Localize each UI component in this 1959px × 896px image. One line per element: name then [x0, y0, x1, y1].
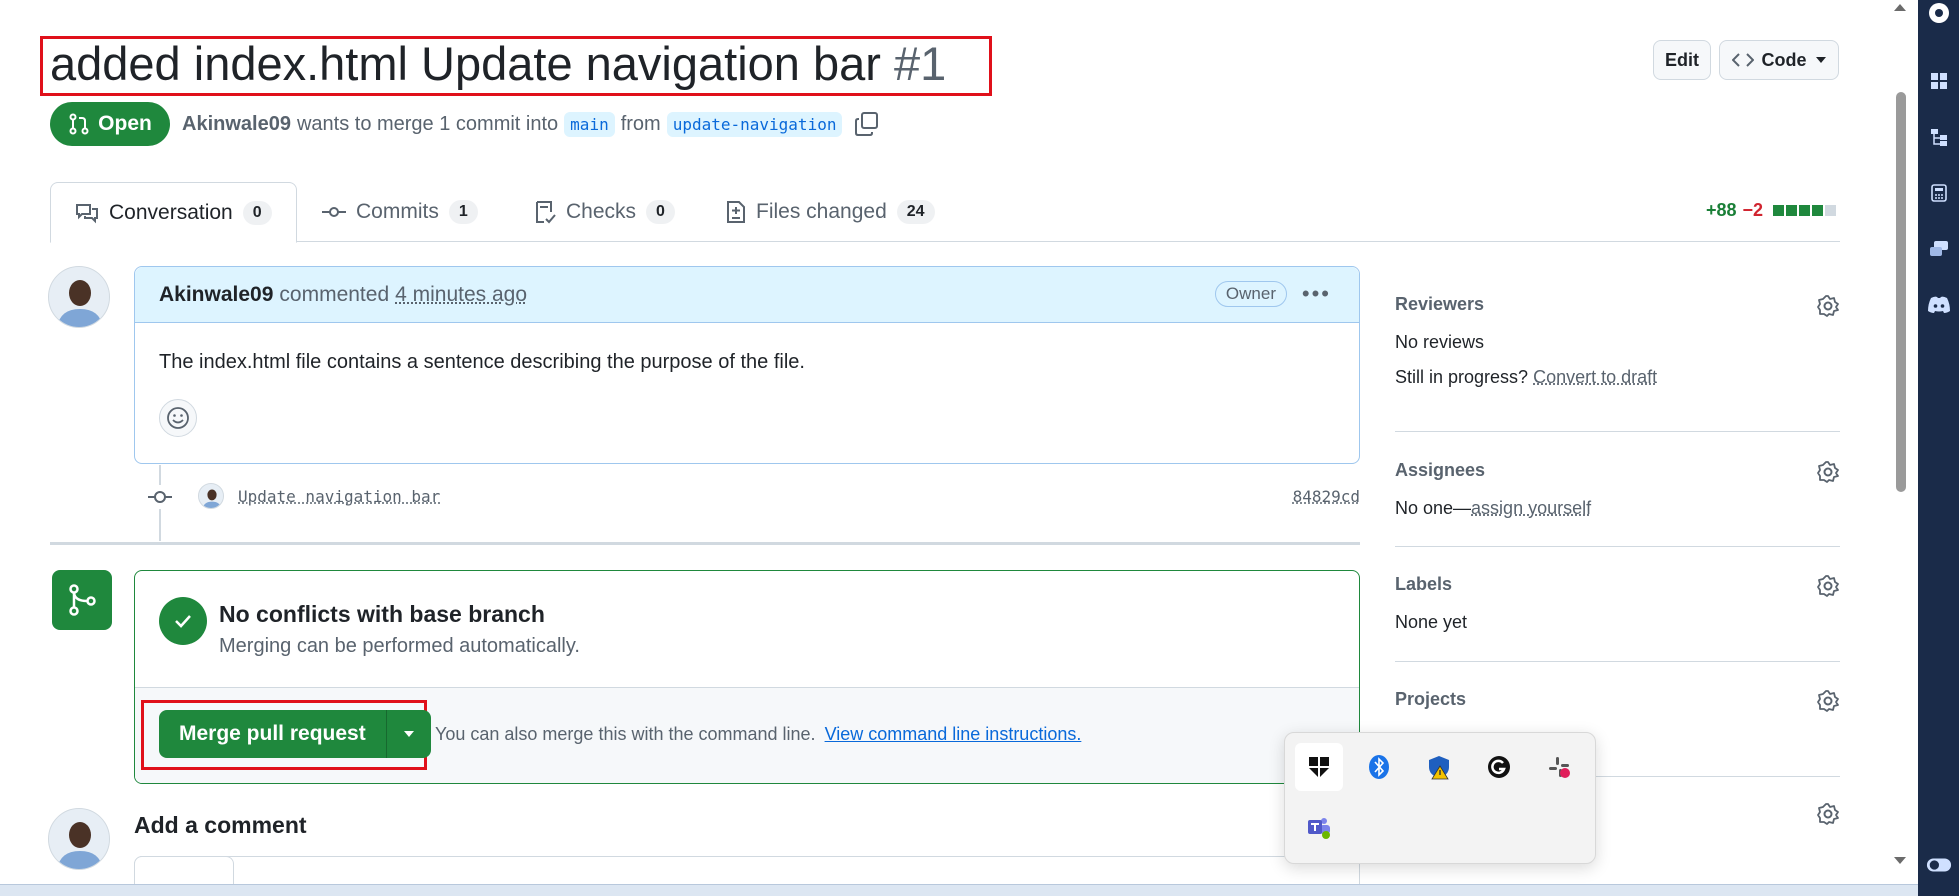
avatar[interactable] [48, 266, 110, 328]
add-comment-heading: Add a comment [134, 812, 307, 838]
tab-checks[interactable]: Checks 0 [534, 182, 675, 242]
comment-author[interactable]: Akinwale09 [159, 283, 273, 307]
diffstat-blocks [1773, 205, 1837, 216]
kebab-menu-icon[interactable]: ••• [1302, 281, 1331, 307]
sidebar-labels: Labels None yet [1395, 574, 1840, 633]
gear-icon[interactable] [1816, 574, 1840, 598]
commit-icon [148, 485, 172, 509]
security-warning-icon[interactable] [1415, 743, 1463, 791]
comment-timestamp[interactable]: 4 minutes ago [395, 283, 527, 307]
tab-files-changed[interactable]: Files changed 24 [726, 182, 935, 242]
git-merge-icon [52, 570, 112, 630]
status-badge: Open [50, 102, 170, 146]
merge-pull-request-button[interactable]: Merge pull request [159, 710, 387, 758]
edit-button[interactable]: Edit [1653, 40, 1711, 80]
copy-icon[interactable] [854, 111, 880, 137]
commit-avatar[interactable] [198, 483, 224, 509]
caret-down-icon [403, 731, 414, 737]
code-icon [1731, 53, 1754, 67]
avatar[interactable] [48, 808, 110, 870]
merge-button-group: Merge pull request [159, 710, 431, 758]
convert-to-draft-link[interactable]: Convert to draft [1533, 367, 1657, 387]
commit-message-link[interactable]: Update navigation bar [238, 487, 440, 506]
app-tray-icon[interactable] [1295, 743, 1343, 791]
gear-icon[interactable] [1816, 294, 1840, 318]
system-tray-overflow [1284, 732, 1596, 864]
browser-side-rail [1918, 0, 1959, 896]
gear-icon[interactable] [1816, 460, 1840, 484]
sidebar-divider [1395, 546, 1840, 547]
timeline-commit: Update navigation bar 84829cd [198, 478, 1360, 514]
command-line-instructions-link[interactable]: View command line instructions. [825, 724, 1082, 744]
smiley-icon [167, 407, 189, 429]
file-diff-icon [727, 201, 745, 223]
merge-box: No conflicts with base branch Merging ca… [134, 570, 1360, 784]
merge-info: Akinwale09 wants to merge 1 commit into … [182, 108, 880, 140]
comment-discussion-icon [76, 203, 98, 223]
page-title: added index.html Update navigation bar #… [50, 36, 946, 92]
tab-conversation[interactable]: Conversation 0 [50, 182, 297, 243]
commit-sha-link[interactable]: 84829cd [1293, 487, 1360, 506]
gear-icon[interactable] [1816, 689, 1840, 713]
discord-icon[interactable] [1926, 292, 1952, 318]
timeline-divider [50, 542, 1360, 545]
gear-icon[interactable] [1816, 802, 1840, 826]
scrollbar-thumb[interactable] [1896, 92, 1906, 492]
pull-request-icon [69, 113, 89, 135]
scroll-up-icon[interactable] [1893, 2, 1907, 12]
checklist-icon [536, 201, 556, 224]
author-link[interactable]: Akinwale09 [182, 113, 291, 136]
toggle-icon[interactable] [1926, 852, 1952, 878]
head-branch[interactable]: update-navigation [666, 111, 843, 137]
add-reaction-button[interactable] [159, 399, 197, 437]
caret-down-icon [1815, 57, 1826, 63]
taskbar-edge [0, 884, 1918, 896]
pr-title: added index.html Update navigation bar [50, 37, 881, 90]
copilot-icon[interactable] [1926, 0, 1952, 26]
merge-options-dropdown[interactable] [386, 710, 431, 758]
merge-status: No conflicts with base branch Merging ca… [135, 571, 1359, 687]
calculator-icon[interactable] [1926, 180, 1952, 206]
sidebar-divider [1395, 431, 1840, 432]
teams-icon[interactable] [1295, 803, 1343, 851]
comment-card: Akinwale09 commented 4 minutes ago Owner… [134, 266, 1360, 464]
sidebar-assignees: Assignees No one—assign yourself [1395, 460, 1840, 519]
pr-tabs: Conversation 0 Commits 1 Checks 0 Files … [50, 182, 1840, 243]
scroll-down-icon[interactable] [1893, 856, 1907, 866]
merge-status-subtitle: Merging can be performed automatically. [219, 635, 580, 657]
comment-body: The index.html file contains a sentence … [159, 351, 805, 373]
apps-grid-icon[interactable] [1926, 68, 1952, 94]
chat-icon[interactable] [1926, 236, 1952, 262]
deletions-count: −2 [1742, 200, 1764, 220]
merge-status-title: No conflicts with base branch [219, 601, 545, 627]
code-button[interactable]: Code [1719, 40, 1839, 80]
commit-icon [322, 207, 346, 217]
sidebar-reviewers: Reviewers No reviews Still in progress? … [1395, 294, 1840, 388]
org-chart-icon[interactable] [1926, 124, 1952, 150]
diffstat: +88 −2 [1706, 200, 1837, 221]
additions-count: +88 [1706, 200, 1737, 220]
merge-hint: You can also merge this with the command… [435, 724, 1082, 744]
tab-commits[interactable]: Commits 1 [322, 182, 478, 242]
bluetooth-icon[interactable] [1355, 743, 1403, 791]
check-icon [159, 597, 207, 645]
grammarly-icon[interactable] [1475, 743, 1523, 791]
pr-number: #1 [893, 37, 947, 90]
comment-header: Akinwale09 commented 4 minutes ago Owner… [135, 267, 1359, 323]
github-pr-page: added index.html Update navigation bar #… [0, 0, 1918, 896]
base-branch[interactable]: main [564, 111, 615, 137]
assign-yourself-link[interactable]: assign yourself [1471, 498, 1591, 518]
sidebar-projects: Projects [1395, 689, 1840, 713]
sidebar-divider [1395, 661, 1840, 662]
slack-icon[interactable] [1535, 743, 1583, 791]
merge-actions: Merge pull request You can also merge th… [135, 687, 1359, 783]
owner-badge: Owner [1214, 281, 1287, 307]
